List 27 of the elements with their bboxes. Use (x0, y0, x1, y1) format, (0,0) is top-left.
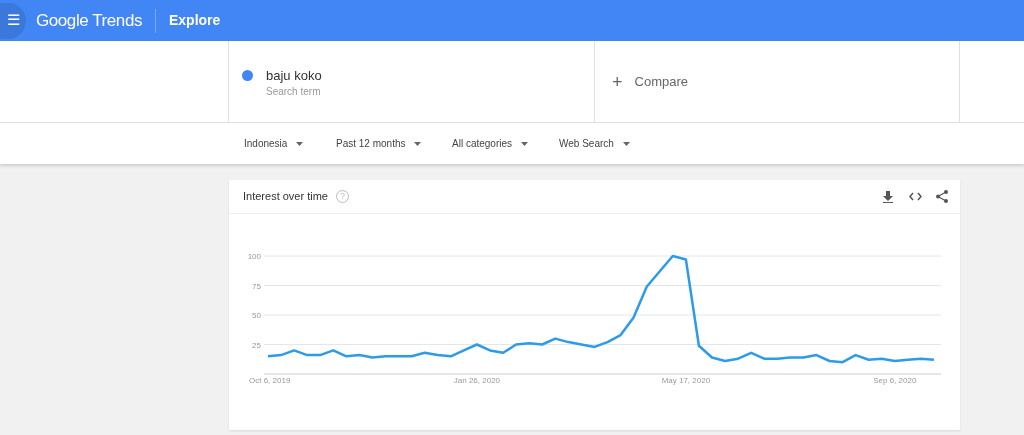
filter-dropdown[interactable]: Web Search (559, 136, 649, 151)
caret-icon (622, 141, 630, 146)
menu-button[interactable]: ☰ (0, 2, 26, 39)
x-tick-label: Jan 26, 2020 (453, 376, 501, 385)
x-tick-label: May 17, 2020 (661, 376, 711, 385)
y-tick-label: 100 (247, 252, 261, 261)
page-title: Explore (169, 11, 221, 30)
y-tick-label: 50 (252, 311, 261, 320)
search-term: baju koko (266, 68, 322, 84)
filter-dropdown[interactable]: Indonesia (244, 136, 336, 151)
embed-code-icon[interactable] (909, 192, 922, 201)
download-icon[interactable] (883, 190, 893, 203)
app-logo: Google Trends (36, 9, 142, 32)
caret-icon (521, 141, 529, 146)
share-icon[interactable] (936, 190, 948, 203)
caret-icon (414, 141, 422, 146)
search-term-subtitle: Search term (266, 85, 322, 99)
y-tick-label: 75 (252, 281, 261, 291)
card-title: Interest over time (243, 189, 328, 205)
filter-dropdown[interactable]: Past 12 months (336, 136, 452, 151)
x-tick-label: Oct 6, 2019 (249, 376, 291, 385)
filter-dropdown[interactable]: All categories (452, 136, 559, 151)
compare-button[interactable]: + Compare (595, 41, 960, 122)
y-tick-label: 25 (252, 340, 261, 350)
caret-icon (296, 141, 304, 146)
x-tick-label: Sep 6, 2020 (873, 376, 917, 385)
search-term-card[interactable]: baju koko Search term (229, 41, 595, 122)
